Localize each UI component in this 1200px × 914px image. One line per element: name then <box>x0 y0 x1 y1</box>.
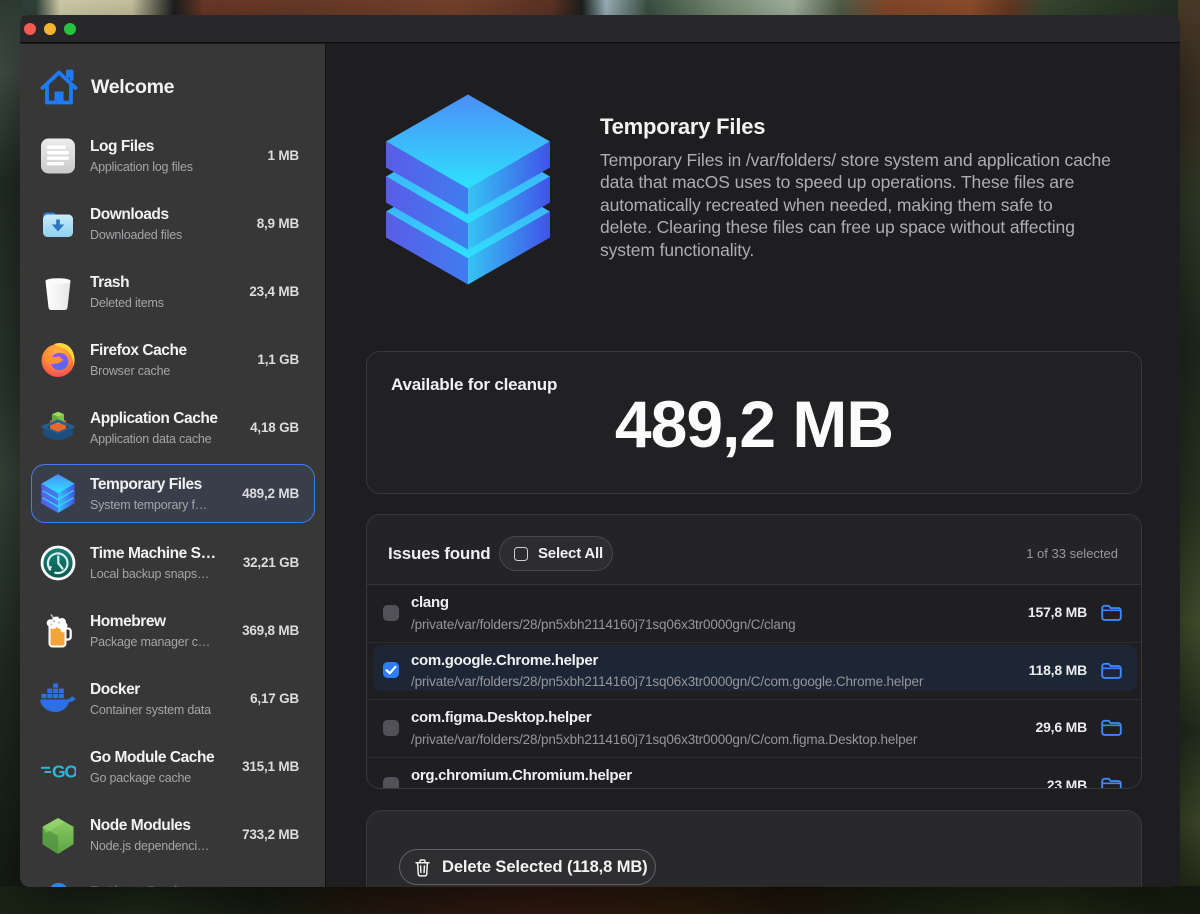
svg-text:GO: GO <box>52 761 76 781</box>
